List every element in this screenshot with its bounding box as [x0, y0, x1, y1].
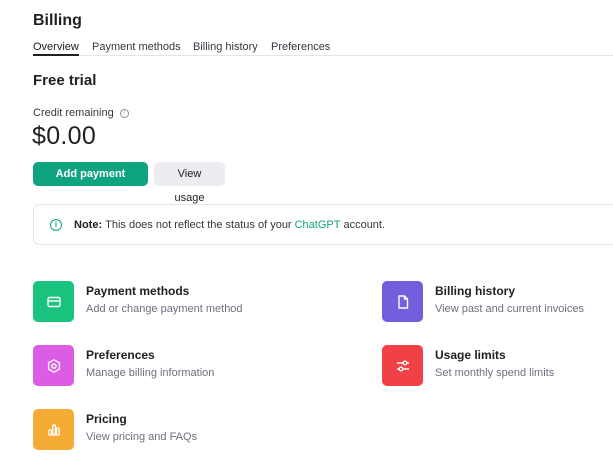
card-preferences[interactable]: Preferences Manage billing information [33, 345, 214, 386]
add-payment-details-button[interactable]: Add payment details [33, 162, 148, 204]
card-description: Add or change payment method [86, 303, 243, 315]
tab-preferences[interactable]: Preferences [271, 40, 330, 54]
plan-title: Free trial [33, 72, 97, 89]
tab-payment-methods[interactable]: Payment methods [92, 40, 181, 54]
view-usage-button[interactable]: View usage [154, 162, 225, 204]
credit-remaining-label: Credit remaining i [33, 107, 129, 119]
card-payment-methods[interactable]: Payment methods Add or change payment me… [33, 281, 243, 322]
note-text: This does not reflect the status of your [105, 218, 292, 231]
note-text-end: account. [343, 218, 386, 231]
credit-amount: $0.00 [32, 122, 97, 150]
tab-billing-history[interactable]: Billing history [193, 40, 258, 54]
card-description: Set monthly spend limits [435, 367, 555, 379]
document-icon [382, 281, 423, 322]
chart-icon [33, 409, 74, 450]
card-title: Pricing [86, 412, 127, 426]
info-icon: i [50, 218, 62, 231]
chatgpt-link[interactable]: ChatGPT [295, 219, 341, 231]
info-icon[interactable]: i [119, 108, 129, 118]
sliders-icon [382, 345, 423, 386]
card-billing-history[interactable]: Billing history View past and current in… [382, 281, 584, 322]
card-description: View pricing and FAQs [86, 431, 198, 443]
tab-overview[interactable]: Overview [33, 40, 79, 56]
card-title: Payment methods [86, 284, 190, 298]
page-title: Billing [33, 12, 82, 29]
note-prefix: Note: [74, 218, 103, 231]
card-title: Usage limits [435, 348, 506, 362]
credit-remaining-text: Credit remaining [33, 107, 114, 119]
card-description: Manage billing information [86, 367, 215, 379]
card-icon [33, 281, 74, 322]
card-pricing[interactable]: Pricing View pricing and FAQs [33, 409, 197, 450]
tab-bar: Overview Payment methods Billing history… [33, 40, 613, 56]
note-banner: i Note: This does not reflect the status… [33, 204, 613, 245]
card-title: Preferences [86, 348, 155, 362]
card-description: View past and current invoices [435, 303, 584, 315]
settings-icon [33, 345, 74, 386]
billing-page: Billing Overview Payment methods Billing… [0, 0, 613, 460]
card-title: Billing history [435, 284, 516, 298]
card-usage-limits[interactable]: Usage limits Set monthly spend limits [382, 345, 554, 386]
